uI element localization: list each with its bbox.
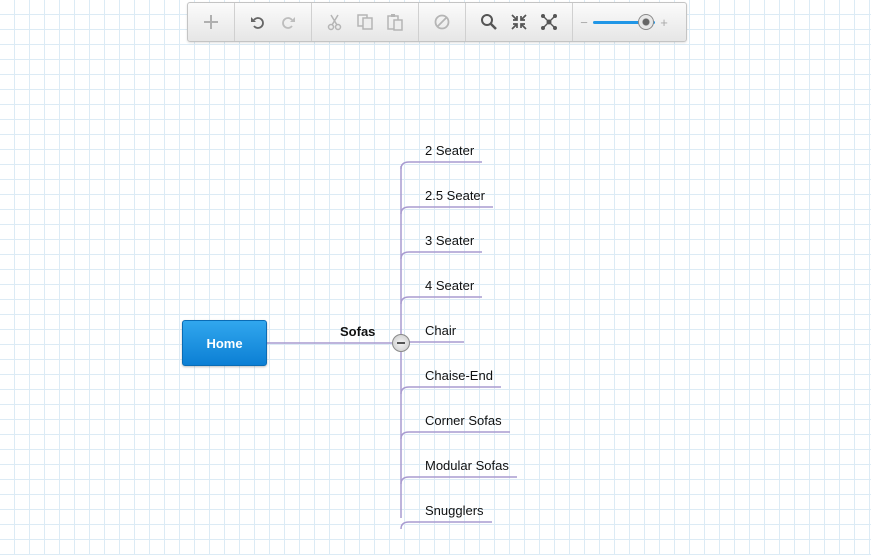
- child-connector: [400, 386, 501, 395]
- child-node[interactable]: Chair: [425, 323, 456, 338]
- child-connector: [400, 476, 517, 485]
- minus-icon: [397, 342, 405, 344]
- collapse-toggle[interactable]: [392, 334, 410, 352]
- child-connector: [400, 161, 482, 170]
- child-node[interactable]: 3 Seater: [425, 233, 474, 248]
- branch-node-sofas[interactable]: Sofas: [340, 324, 375, 339]
- child-node[interactable]: Modular Sofas: [425, 458, 509, 473]
- child-connector: [400, 296, 482, 305]
- child-connector: [400, 431, 510, 440]
- child-node[interactable]: Corner Sofas: [425, 413, 502, 428]
- child-node[interactable]: Chaise-End: [425, 368, 493, 383]
- child-node[interactable]: 2 Seater: [425, 143, 474, 158]
- child-connector: [400, 206, 493, 215]
- root-node-home[interactable]: Home: [182, 320, 267, 366]
- child-connector: [400, 341, 464, 350]
- child-connector: [400, 251, 482, 260]
- child-node[interactable]: 4 Seater: [425, 278, 474, 293]
- child-node[interactable]: 2.5 Seater: [425, 188, 485, 203]
- child-connector: [400, 521, 492, 530]
- child-node[interactable]: Snugglers: [425, 503, 484, 518]
